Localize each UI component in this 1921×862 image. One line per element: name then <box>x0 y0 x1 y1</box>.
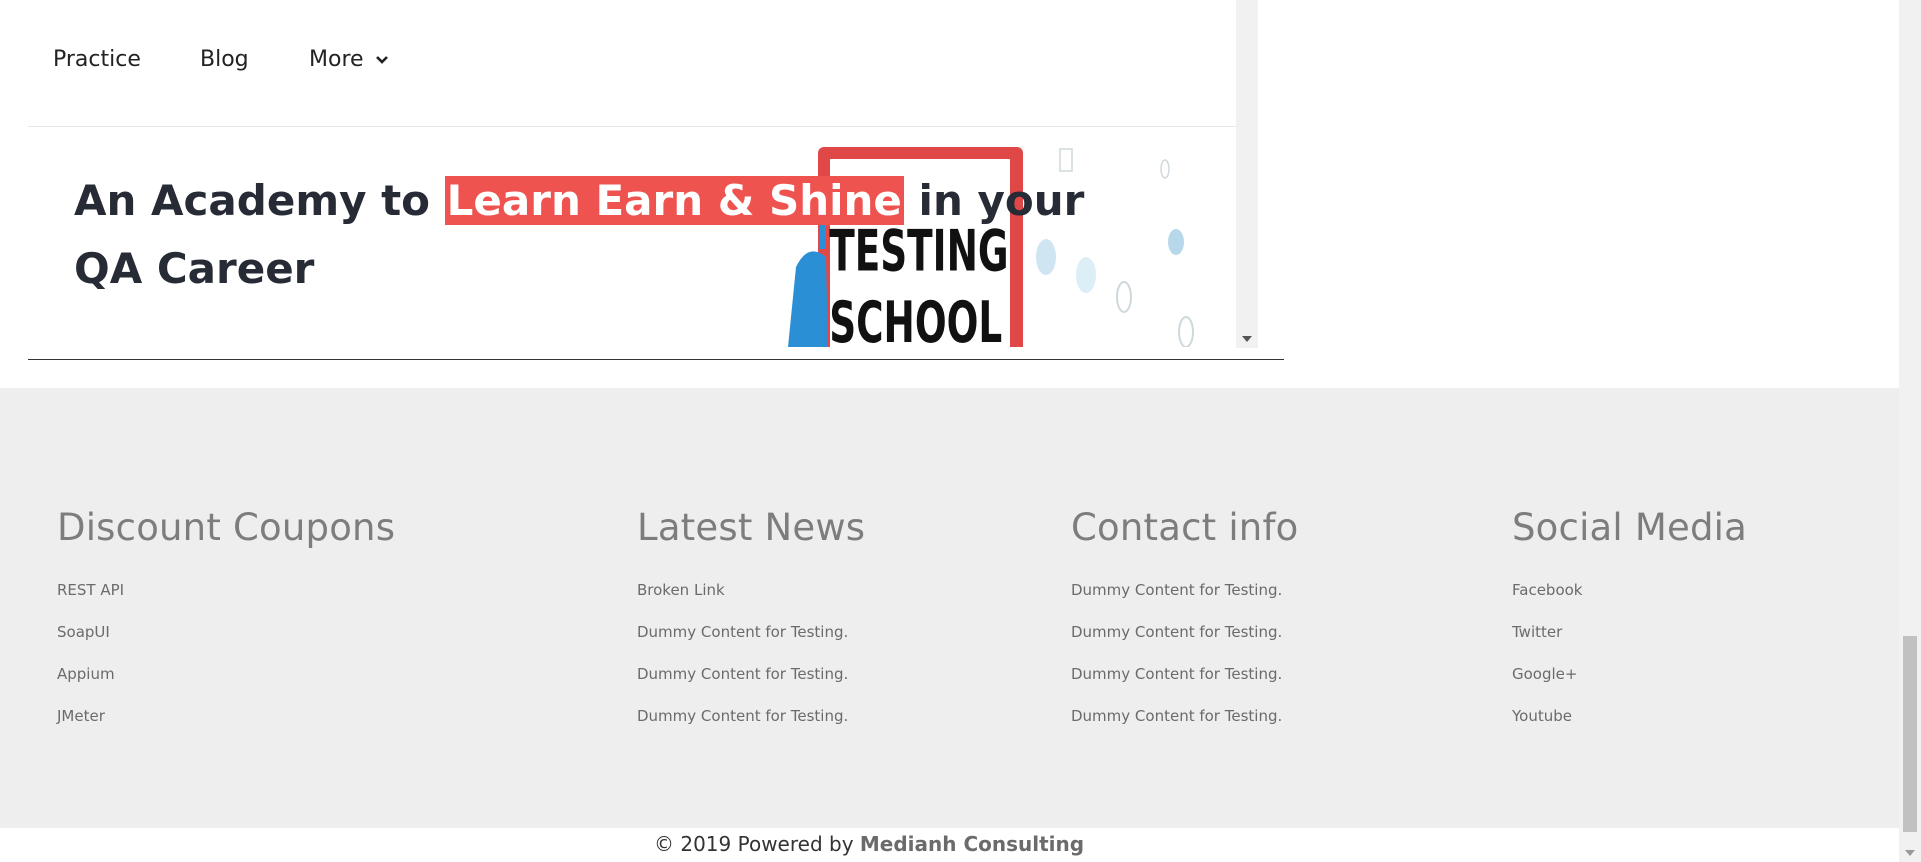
footer-link[interactable]: JMeter <box>57 707 105 725</box>
hero-title: An Academy to Learn Earn & Shine in your… <box>74 167 1134 303</box>
footer-column-discount-coupons: Discount Coupons REST API SoapUI Appium … <box>57 506 395 737</box>
footer-column-contact-info: Contact info Dummy Content for Testing. … <box>1071 506 1299 737</box>
footer-column-latest-news: Latest News Broken Link Dummy Content fo… <box>637 506 865 737</box>
hero-title-text: An Academy to <box>74 176 445 225</box>
copyright-link[interactable]: Medianh Consulting <box>860 832 1084 856</box>
copyright-text: © 2019 Powered by <box>654 832 860 856</box>
hero-title-highlight: Learn Earn & Shine <box>444 176 904 225</box>
scroll-down-arrow-icon[interactable] <box>1242 336 1252 342</box>
footer-heading: Latest News <box>637 506 866 549</box>
nav-blog-link[interactable]: Blog <box>200 47 249 72</box>
footer-link-youtube[interactable]: Youtube <box>1512 707 1572 725</box>
footer-link[interactable]: REST API <box>57 581 124 599</box>
footer-link[interactable]: Appium <box>57 665 115 683</box>
scroll-down-arrow-icon[interactable] <box>1905 850 1915 856</box>
footer-link-google-plus[interactable]: Google+ <box>1512 665 1577 683</box>
nav-more-dropdown[interactable]: More <box>309 47 390 72</box>
footer-link-twitter[interactable]: Twitter <box>1512 623 1562 641</box>
chevron-down-icon <box>375 55 388 64</box>
footer-link[interactable]: SoapUI <box>57 623 110 641</box>
footer-link[interactable]: Dummy Content for Testing. <box>1071 581 1282 599</box>
footer-link[interactable]: Dummy Content for Testing. <box>1071 665 1282 683</box>
copyright: © 2019 Powered by Medianh Consulting <box>654 832 1084 856</box>
footer-link-facebook[interactable]: Facebook <box>1512 581 1582 599</box>
footer: Discount Coupons REST API SoapUI Appium … <box>0 388 1899 828</box>
footer-heading: Discount Coupons <box>57 506 396 549</box>
footer-link[interactable]: Broken Link <box>637 581 725 599</box>
hero-section: TESTING SCHOOL An Academy to Learn Earn … <box>28 127 1258 347</box>
footer-link[interactable]: Dummy Content for Testing. <box>637 707 848 725</box>
footer-heading: Social Media <box>1512 506 1747 549</box>
footer-heading: Contact info <box>1071 506 1299 549</box>
footer-column-social-media: Social Media Facebook Twitter Google+ Yo… <box>1512 506 1747 737</box>
scrollbar-thumb[interactable] <box>1903 636 1917 832</box>
nav-practice-link[interactable]: Practice <box>53 47 141 72</box>
footer-link[interactable]: Dummy Content for Testing. <box>637 665 848 683</box>
embedded-frame: Practice Blog More TESTING SCHOOL An Aca… <box>28 0 1258 348</box>
footer-link[interactable]: Dummy Content for Testing. <box>1071 623 1282 641</box>
footer-link[interactable]: Dummy Content for Testing. <box>637 623 848 641</box>
nav-more-label: More <box>309 47 364 72</box>
frame-border <box>28 359 1284 360</box>
page-scrollbar[interactable] <box>1899 0 1921 862</box>
top-navigation: Practice Blog More <box>28 0 1258 127</box>
frame-scrollbar[interactable] <box>1236 0 1258 348</box>
footer-link[interactable]: Dummy Content for Testing. <box>1071 707 1282 725</box>
